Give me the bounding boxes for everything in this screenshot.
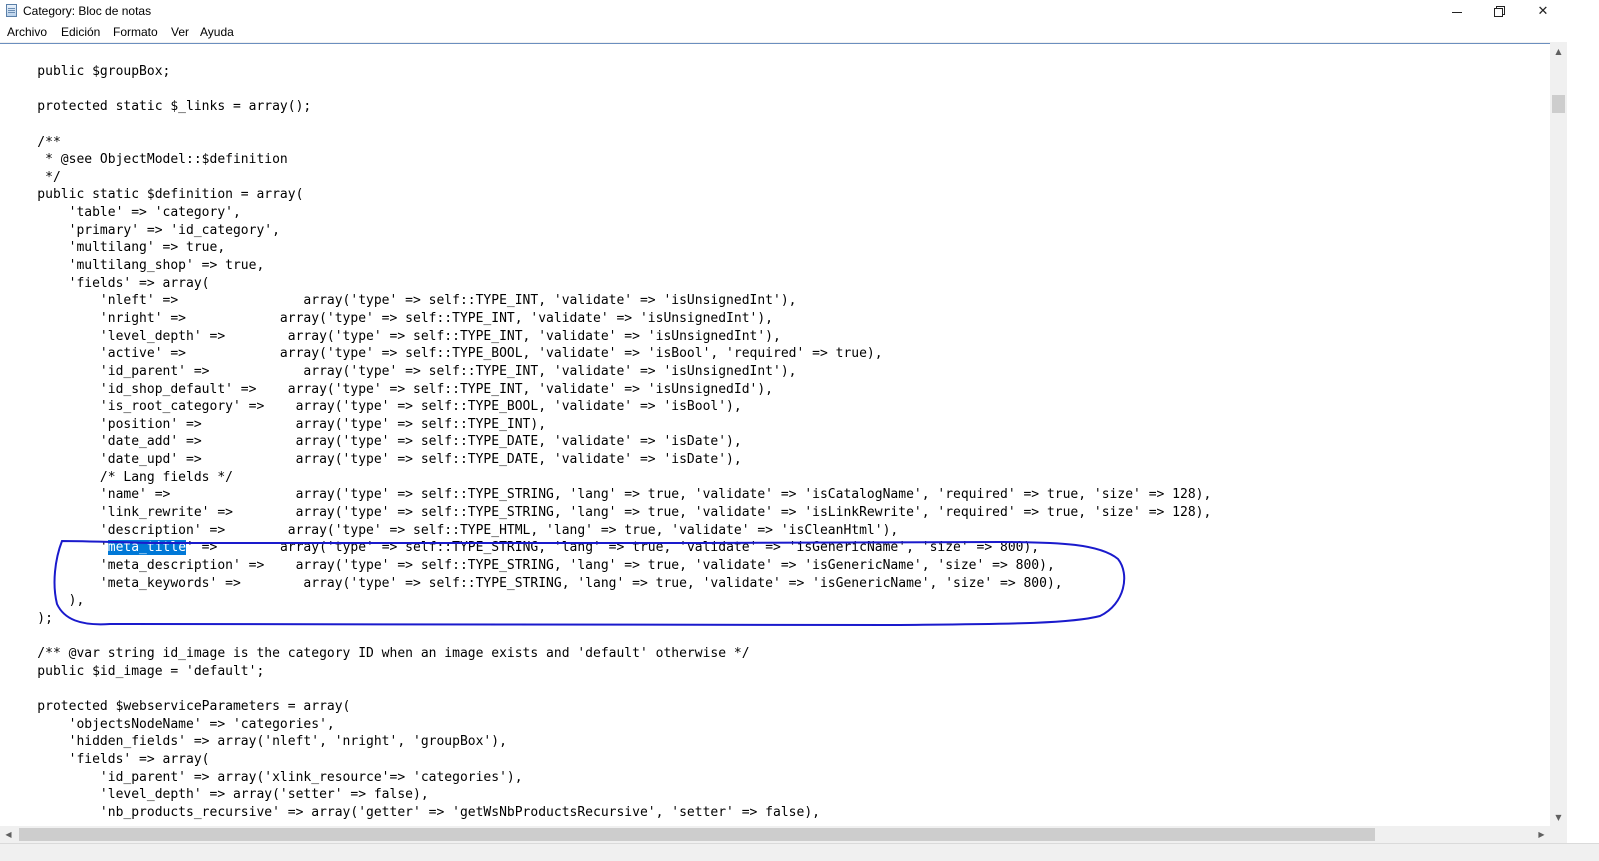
scroll-down-arrow-icon[interactable]: ▼ — [1550, 809, 1567, 826]
restore-icon — [1494, 6, 1505, 17]
code-line: 'nb_products_recursive' => array('getter… — [6, 804, 820, 820]
code-line: * @see ObjectModel::$definition — [6, 152, 288, 168]
code-line: 'name' => array('type' => self::TYPE_STR… — [6, 487, 1212, 503]
code-line: 'level_depth' => array('type' => self::T… — [6, 328, 781, 344]
menu-ayuda[interactable]: Ayuda — [200, 25, 234, 39]
scroll-left-arrow-icon[interactable]: ◀ — [0, 826, 17, 843]
code-line: 'meta_description' => array('type' => se… — [6, 557, 1055, 573]
menu-archivo[interactable]: Archivo — [7, 25, 47, 39]
vertical-scrollbar[interactable]: ▲ ▼ — [1550, 43, 1567, 826]
menu-edicion[interactable]: Edición — [61, 25, 100, 39]
scroll-right-arrow-icon[interactable]: ▶ — [1533, 826, 1550, 843]
code-line: protected static $_links = array(); — [6, 99, 312, 115]
code-line: /** — [6, 134, 61, 150]
code-line: public $id_image = 'default'; — [6, 663, 265, 679]
close-button[interactable]: ✕ — [1520, 0, 1566, 22]
code-line: /* Lang fields */ — [6, 469, 233, 485]
horizontal-scrollbar[interactable]: ◀ ▶ — [0, 826, 1550, 843]
vertical-scroll-thumb[interactable] — [1552, 95, 1565, 113]
scroll-up-arrow-icon[interactable]: ▲ — [1550, 43, 1567, 60]
code-line: 'nright' => array('type' => self::TYPE_I… — [6, 310, 774, 326]
minimize-button[interactable] — [1434, 0, 1480, 22]
code-line: 'id_parent' => array('xlink_resource'=> … — [6, 769, 523, 785]
code-line: /** @var string id_image is the category… — [6, 646, 750, 662]
code-line: public $groupBox; — [6, 64, 171, 79]
code-line: 'id_parent' => array('type' => self::TYP… — [6, 363, 797, 379]
text-editor-area[interactable]: public $groupBox; protected static $_lin… — [0, 43, 1550, 826]
code-line: 'meta_keywords' => array('type' => self:… — [6, 575, 1063, 591]
code-line: 'fields' => array( — [6, 751, 210, 767]
window-title: Category: Bloc de notas — [23, 4, 152, 18]
menu-bar: Archivo Edición Formato Ver Ayuda — [0, 22, 1599, 43]
code-line: protected $webserviceParameters = array( — [6, 699, 351, 715]
notepad-icon — [6, 4, 17, 17]
code-line: 'nleft' => array('type' => self::TYPE_IN… — [6, 293, 797, 309]
editor-text[interactable]: public $groupBox; protected static $_lin… — [6, 63, 1211, 822]
code-line: 'level_depth' => array('setter' => false… — [6, 787, 429, 803]
code-line: 'multilang_shop' => true, — [6, 258, 265, 274]
code-line: */ — [6, 169, 61, 185]
code-line: 'primary' => 'id_category', — [6, 222, 280, 238]
selected-text[interactable]: meta_title — [107, 540, 187, 556]
menu-ver[interactable]: Ver — [171, 25, 189, 39]
horizontal-scroll-thumb[interactable] — [19, 828, 1375, 841]
code-line: 'fields' => array( — [6, 275, 210, 291]
window-bottom-edge — [0, 843, 1599, 861]
code-line: ); — [6, 610, 53, 626]
scrollbar-corner — [1550, 826, 1567, 843]
code-line: 'table' => 'category', — [6, 205, 241, 221]
code-line: 'date_upd' => array('type' => self::TYPE… — [6, 452, 742, 468]
notepad-window: Category: Bloc de notas ✕ Archivo Edició… — [0, 0, 1599, 861]
code-line: public static $definition = array( — [6, 187, 304, 203]
code-line: 'date_add' => array('type' => self::TYPE… — [6, 434, 742, 450]
code-line: 'meta_title' => array('type' => self::TY… — [6, 540, 1040, 556]
close-icon: ✕ — [1537, 3, 1549, 19]
code-line: 'multilang' => true, — [6, 240, 226, 256]
code-line: 'link_rewrite' => array('type' => self::… — [6, 505, 1212, 521]
code-line: 'position' => array('type' => self::TYPE… — [6, 416, 547, 432]
code-line: 'active' => array('type' => self::TYPE_B… — [6, 346, 883, 362]
menu-formato[interactable]: Formato — [113, 25, 158, 39]
code-line: ), — [6, 593, 85, 609]
minimize-icon — [1452, 11, 1462, 13]
title-bar[interactable]: Category: Bloc de notas ✕ — [0, 0, 1599, 22]
code-line: 'id_shop_default' => array('type' => sel… — [6, 381, 774, 397]
code-line: 'is_root_category' => array('type' => se… — [6, 399, 742, 415]
code-line: 'description' => array('type' => self::T… — [6, 522, 899, 538]
restore-button[interactable] — [1476, 0, 1522, 22]
code-line: 'objectsNodeName' => 'categories', — [6, 716, 335, 732]
window-edge — [1567, 22, 1599, 843]
code-line: 'hidden_fields' => array('nleft', 'nrigh… — [6, 734, 507, 750]
